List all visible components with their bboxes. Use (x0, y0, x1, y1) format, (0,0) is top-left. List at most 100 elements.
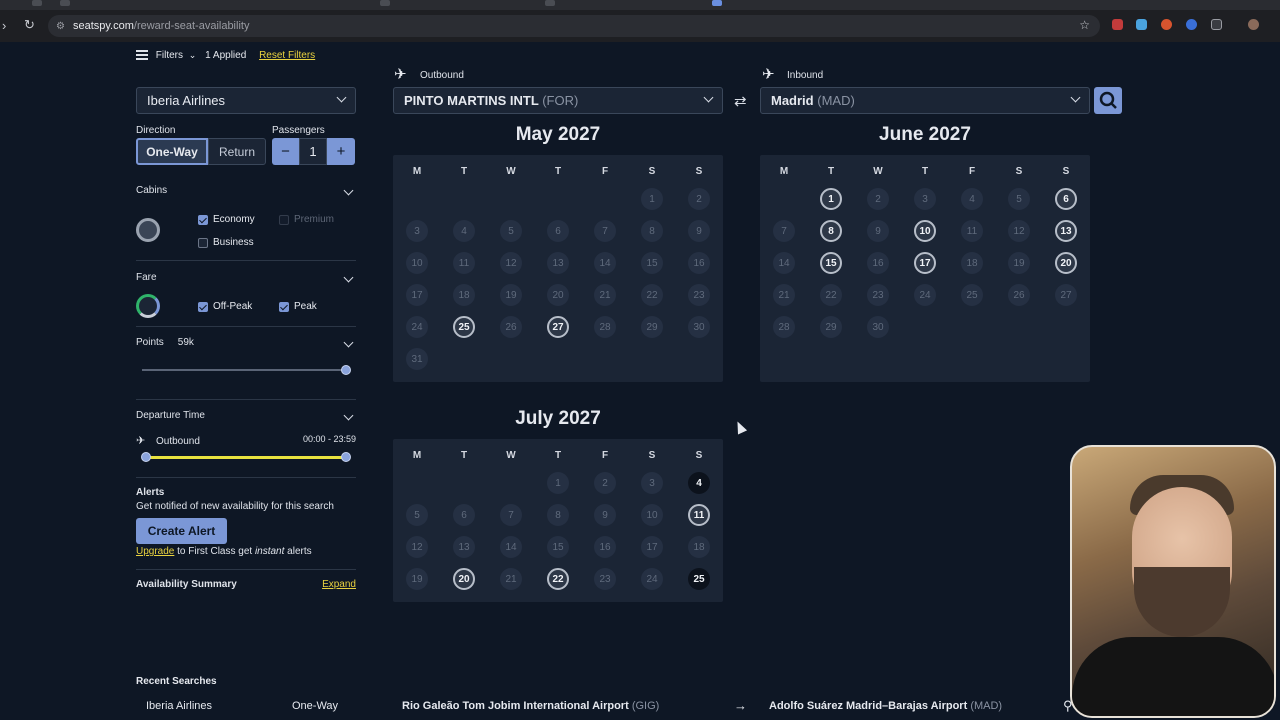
calendar-day-available[interactable]: 20 (1055, 252, 1077, 274)
weekday-header: S (1015, 166, 1023, 177)
calendar-day: 14 (594, 252, 616, 274)
calendar-day: 7 (773, 220, 795, 242)
departure-slider-start-handle[interactable] (141, 452, 151, 462)
calendar-day-available[interactable]: 27 (547, 316, 569, 338)
one-way-toggle[interactable]: One-Way (136, 138, 208, 165)
passengers-decrement-button[interactable]: − (272, 138, 299, 165)
calendar-day: 18 (961, 252, 983, 274)
economy-checkbox[interactable]: Economy (198, 211, 255, 229)
calendar-day: 21 (773, 284, 795, 306)
reset-filters-link[interactable]: Reset Filters (259, 50, 315, 61)
calendar-day: 30 (688, 316, 710, 338)
calendar-day-available[interactable]: 17 (914, 252, 936, 274)
calendar-day-available[interactable]: 11 (688, 504, 710, 526)
outbound-time-label: Outbound (156, 436, 200, 447)
calendar-day: 9 (688, 220, 710, 242)
tab-icon[interactable] (60, 0, 70, 6)
calendar-day-available[interactable]: 22 (547, 568, 569, 590)
weekday-header: W (506, 450, 516, 461)
calendar-day-available[interactable]: 20 (453, 568, 475, 590)
passengers-count[interactable]: 1 (299, 138, 327, 165)
calendar-day-available[interactable]: 1 (820, 188, 842, 210)
tab-icon[interactable] (32, 0, 42, 6)
calendar-day: 16 (688, 252, 710, 274)
calendar-day-available[interactable]: 25 (688, 568, 710, 590)
tab-icon[interactable] (545, 0, 555, 6)
expand-link[interactable]: Expand (322, 579, 356, 590)
divider (136, 399, 356, 400)
address-bar[interactable]: ⚙ seatspy.com/reward-seat-availability ☆ (48, 15, 1100, 37)
month-title: July 2027 (515, 408, 601, 429)
premium-label: Premium (294, 214, 335, 226)
extension-icon[interactable] (1136, 19, 1147, 30)
plane-takeoff-icon: ✈ (394, 66, 407, 83)
extension-icon[interactable] (1161, 19, 1172, 30)
outbound-airport-code: (FOR) (542, 93, 579, 108)
recent-trip-type: One-Way (292, 700, 339, 712)
forward-icon[interactable]: › (2, 18, 6, 33)
calendar-day: 22 (820, 284, 842, 306)
extensions-puzzle-icon[interactable] (1211, 19, 1222, 30)
calendar-day-available[interactable]: 15 (820, 252, 842, 274)
browser-tab-strip[interactable] (0, 0, 1280, 10)
off-peak-checkbox[interactable]: Off-Peak (198, 298, 252, 316)
weekday-header: M (412, 450, 422, 461)
calendar-day: 24 (914, 284, 936, 306)
filters-chevron-icon[interactable]: ⌄ (189, 50, 197, 60)
calendar-day: 14 (500, 536, 522, 558)
filters-label[interactable]: Filters (156, 50, 183, 61)
points-slider-track[interactable] (142, 369, 346, 371)
departure-slider-end-handle[interactable] (341, 452, 351, 462)
calendar-day: 7 (594, 220, 616, 242)
profile-avatar-icon[interactable] (1248, 19, 1259, 30)
calendar-day-available[interactable]: 13 (1055, 220, 1077, 242)
calendar-day-available[interactable]: 10 (914, 220, 936, 242)
off-peak-label: Off-Peak (213, 301, 253, 313)
calendar-day-available[interactable]: 4 (688, 472, 710, 494)
calendar-day: 28 (594, 316, 616, 338)
calendar-day: 5 (1008, 188, 1030, 210)
tab-icon[interactable] (380, 0, 390, 6)
inbound-airport-select[interactable]: Madrid (MAD) (760, 87, 1090, 114)
calendar-day: 30 (867, 316, 889, 338)
calendar-day: 25 (961, 284, 983, 306)
calendar-day: 10 (641, 504, 663, 526)
filters-header: Filters ⌄ 1 Applied Reset Filters (136, 50, 356, 64)
premium-checkbox[interactable]: Premium (279, 211, 334, 229)
economy-label: Economy (213, 214, 255, 226)
return-toggle[interactable]: Return (208, 138, 266, 165)
weekday-header: M (779, 166, 789, 177)
extension-icon[interactable] (1112, 19, 1123, 30)
swap-airports-icon[interactable]: ⇄ (734, 92, 747, 110)
calendar-day: 16 (594, 536, 616, 558)
calendar-day-available[interactable]: 25 (453, 316, 475, 338)
business-checkbox[interactable]: Business (198, 234, 254, 252)
extension-icon[interactable] (1186, 19, 1197, 30)
outbound-airport-select[interactable]: PINTO MARTINS INTL (FOR) (393, 87, 723, 114)
calendar-day: 28 (773, 316, 795, 338)
calendar-day-available[interactable]: 6 (1055, 188, 1077, 210)
points-value: 59k (177, 337, 194, 348)
search-button[interactable] (1094, 87, 1122, 114)
upgrade-link[interactable]: Upgrade (136, 546, 174, 557)
site-info-icon[interactable]: ⚙ (56, 21, 65, 32)
bookmark-star-icon[interactable]: ☆ (1079, 18, 1090, 32)
fare-type-indicator-icon (136, 294, 160, 318)
weekday-header: T (921, 166, 929, 177)
filters-applied-count: 1 Applied (205, 50, 247, 61)
calendar-day: 4 (961, 188, 983, 210)
create-alert-button[interactable]: Create Alert (136, 518, 227, 544)
active-tab-icon[interactable] (712, 0, 722, 6)
calendar-day: 26 (500, 316, 522, 338)
passengers-increment-button[interactable]: + (327, 138, 355, 165)
calendar-day-available[interactable]: 8 (820, 220, 842, 242)
reload-icon[interactable]: ↻ (24, 17, 35, 33)
peak-checkbox[interactable]: Peak (279, 298, 317, 316)
points-slider-handle[interactable] (341, 365, 351, 375)
filters-sliders-icon[interactable] (136, 50, 148, 61)
url-host: seatspy.com (72, 20, 134, 32)
airline-select[interactable]: Iberia Airlines (136, 87, 356, 114)
calendar-day: 8 (547, 504, 569, 526)
departure-slider-track[interactable] (142, 456, 346, 459)
calendar-day: 3 (641, 472, 663, 494)
